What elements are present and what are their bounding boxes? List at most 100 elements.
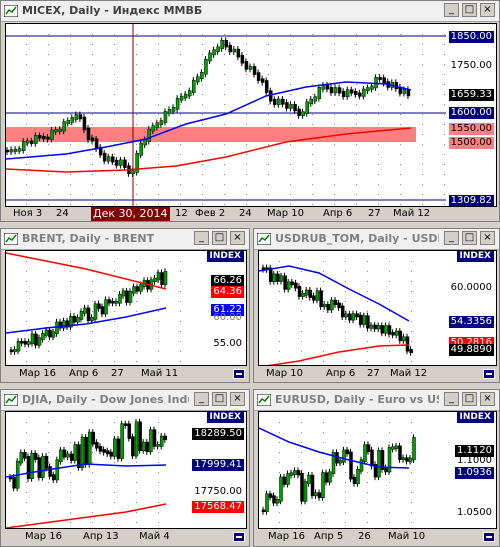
index-label: INDEX	[456, 251, 494, 262]
candle	[272, 273, 277, 282]
candle	[337, 302, 341, 309]
candle	[333, 87, 338, 94]
close-button[interactable]: ×	[230, 392, 245, 406]
candle	[48, 466, 52, 477]
minimize-button[interactable]: _	[444, 3, 459, 17]
title-bar[interactable]: EURUSD, Daily - Euro vs US ... _ □ ×	[254, 390, 499, 411]
candle	[155, 122, 160, 128]
candle	[84, 436, 88, 465]
candle	[355, 313, 359, 318]
time-label: Май 11	[141, 368, 179, 379]
candle	[125, 290, 129, 303]
close-button[interactable]: ×	[480, 231, 495, 245]
candle	[100, 306, 105, 315]
candle	[358, 314, 363, 325]
candle	[153, 277, 157, 282]
chart-plot-area[interactable]: INDEX 18289.50 17999.41 17750.00 17568.4…	[5, 411, 247, 529]
time-label: 12	[175, 208, 188, 219]
maximize-button[interactable]: □	[462, 3, 477, 17]
candle	[391, 446, 395, 450]
candle	[109, 451, 114, 457]
close-button[interactable]: ×	[480, 3, 495, 17]
candle	[86, 307, 91, 321]
candle	[94, 138, 99, 150]
close-button[interactable]: ×	[230, 231, 245, 245]
candle	[333, 299, 338, 306]
candle	[363, 444, 367, 462]
chart-plot-area[interactable]: 1750.00 1850.00 1659.33 1600.00 1550.00 …	[5, 23, 497, 207]
title-bar[interactable]: BRENT, Daily - BRENT _ □ ×	[1, 229, 249, 250]
candle	[228, 44, 232, 53]
candle	[401, 457, 406, 460]
candle	[373, 324, 377, 330]
candle	[26, 456, 31, 479]
candle	[276, 273, 280, 282]
chart-window-brent[interactable]: BRENT, Daily - BRENT _ □ × INDEX 66.26 6…	[0, 228, 250, 383]
title-bar[interactable]: DJIA, Daily - Dow Jones Indu... _ □ ×	[1, 390, 249, 411]
title-bar[interactable]: USDRUB_TOM, Daily - USDR... _ □ ×	[254, 229, 499, 250]
candle	[370, 449, 374, 467]
window-title: USDRUB_TOM, Daily - USDR...	[275, 232, 439, 245]
candle	[30, 140, 34, 144]
candle	[12, 476, 16, 489]
candle	[304, 289, 309, 296]
candle	[183, 93, 188, 99]
maximize-button[interactable]: □	[462, 392, 477, 406]
candle	[369, 324, 374, 329]
chart-window-usdrub[interactable]: USDRUB_TOM, Daily - USDR... _ □ × INDEX …	[253, 228, 500, 383]
candle	[248, 66, 253, 70]
close-button[interactable]: ×	[480, 392, 495, 406]
expand-icon[interactable]	[483, 532, 495, 542]
candle	[378, 77, 382, 80]
candle	[74, 114, 79, 120]
maximize-button[interactable]: □	[212, 392, 227, 406]
candle	[26, 140, 30, 144]
chart-window-djia[interactable]: DJIA, Daily - Dow Jones Indu... _ □ × IN…	[0, 389, 250, 547]
expand-icon[interactable]	[233, 369, 245, 379]
time-label: 24	[239, 208, 252, 219]
chart-window-micex[interactable]: MICEX, Daily - Индекс ММВБ _ □ × 1750.00…	[0, 0, 500, 222]
crosshair-date-label: Дек 30, 2014	[91, 207, 170, 221]
candle	[273, 99, 277, 105]
maximize-button[interactable]: □	[212, 231, 227, 245]
title-bar[interactable]: MICEX, Daily - Индекс ММВБ _ □ ×	[1, 1, 499, 22]
time-label: 27	[367, 368, 380, 379]
minimize-button[interactable]: _	[444, 392, 459, 406]
candle	[159, 120, 164, 125]
price-label: 1750.00	[450, 60, 492, 71]
candle	[163, 271, 168, 285]
candle	[297, 285, 302, 297]
candle	[23, 341, 28, 345]
chart-window-icon	[4, 394, 18, 406]
candle	[394, 330, 399, 336]
candle	[315, 290, 320, 301]
candle	[30, 452, 34, 479]
price-label: 1.0500	[457, 507, 492, 518]
candle	[156, 444, 160, 447]
chart-plot-area[interactable]: INDEX 1.1120 1.1000 1.0936 1.0500	[258, 411, 497, 529]
expand-icon[interactable]	[483, 369, 495, 379]
minimize-button[interactable]: _	[194, 231, 209, 245]
maximize-button[interactable]: □	[462, 231, 477, 245]
candle	[102, 152, 107, 162]
candle	[143, 139, 147, 146]
minimize-button[interactable]: _	[444, 231, 459, 245]
candle	[380, 325, 385, 334]
minimize-button[interactable]: _	[194, 392, 209, 406]
candle	[79, 311, 84, 320]
candle	[329, 87, 334, 94]
candle	[54, 129, 58, 133]
candle	[307, 474, 311, 484]
candle	[128, 291, 133, 303]
candle	[91, 431, 96, 445]
expand-icon[interactable]	[233, 532, 245, 542]
candle	[305, 101, 309, 114]
chart-window-eurusd[interactable]: EURUSD, Daily - Euro vs US ... _ □ × IND…	[253, 389, 500, 547]
price-label: 64.36	[211, 286, 244, 298]
chart-plot-area[interactable]: INDEX 60.0000 54.3356 50.2816 49.8890	[258, 250, 497, 366]
window-title: DJIA, Daily - Dow Jones Indu...	[22, 393, 189, 406]
candle	[370, 85, 374, 90]
time-label: Май 12	[390, 368, 428, 379]
price-label: 17750.00	[194, 486, 242, 497]
chart-plot-area[interactable]: INDEX 66.26 64.36 61.22 60.00 55.00	[5, 250, 247, 366]
